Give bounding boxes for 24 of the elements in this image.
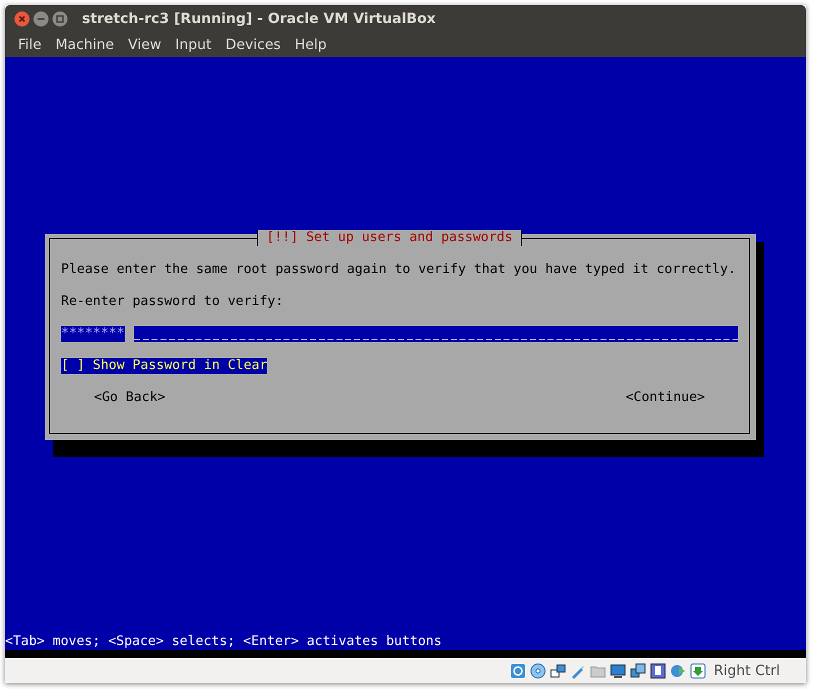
message-text: Please enter the same root password again to verify that you have typed it correctly. [61, 262, 737, 278]
key-hint-text: <Tab> moves; <Space> selects; <Enter> activates buttons [5, 634, 442, 650]
prompt-label: Re-enter password to verify: [61, 294, 284, 310]
chip-icon[interactable] [650, 662, 666, 678]
close-icon[interactable] [14, 11, 30, 27]
dialog-button[interactable]: <Continue> [626, 390, 705, 406]
maximize-icon[interactable] [52, 11, 68, 27]
menu-item[interactable]: File [11, 37, 48, 53]
menu-item[interactable]: Machine [48, 37, 122, 53]
show-password-checkbox[interactable]: [ ] Show Password in Clear [61, 358, 268, 374]
optical-disc-icon[interactable] [530, 662, 546, 678]
display-icon[interactable] [610, 662, 626, 678]
minimize-icon[interactable] [33, 11, 49, 27]
menu-item[interactable]: Input [168, 37, 219, 53]
host-key-label: Right Ctrl [714, 662, 780, 678]
menu-item[interactable]: View [121, 37, 168, 53]
network-icon[interactable] [550, 662, 566, 678]
menu-item[interactable]: Help [288, 37, 334, 53]
dialog-button[interactable]: <Go Back> [94, 390, 166, 406]
dialog-title: [!!] Set up users and passwords [257, 230, 522, 246]
windows-icon[interactable] [630, 662, 646, 678]
download-icon[interactable] [690, 662, 706, 678]
menu-item[interactable]: Devices [218, 37, 288, 53]
window-title: stretch-rc3 [Running] - Oracle VM VirtualBox [82, 11, 436, 27]
